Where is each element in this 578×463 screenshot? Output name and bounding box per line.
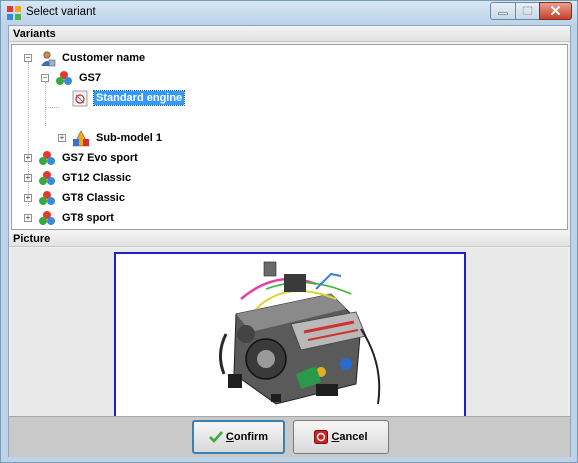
expand-toggle-gs7[interactable]: −: [41, 74, 49, 82]
tree-item-sub-model-1[interactable]: Sub-model 1: [72, 129, 164, 147]
sub-model-icon: [72, 129, 90, 146]
tree-line: [28, 62, 29, 206]
dialog-client-area: Variants − Customer name − GS7 Standard …: [8, 25, 571, 457]
close-icon: [550, 5, 561, 16]
cancel-label: Cancel: [331, 431, 368, 443]
tree-item-customer-name[interactable]: Customer name: [38, 49, 147, 67]
expand-toggle-gs7-evo[interactable]: +: [24, 154, 32, 162]
picture-section-header: Picture: [9, 231, 570, 247]
confirm-label: Confirm: [225, 431, 269, 443]
cancel-button[interactable]: Cancel: [293, 420, 389, 454]
variant-cubes-icon: [39, 190, 55, 205]
tree-item-standard-engine[interactable]: Standard engine: [72, 89, 186, 107]
expand-toggle-gt12[interactable]: +: [24, 174, 32, 182]
checkmark-icon: [208, 431, 223, 443]
tree-label: GS7 Evo sport: [62, 152, 138, 164]
customer-icon: [41, 50, 56, 66]
tree-label: GT8 sport: [62, 212, 114, 224]
maximize-button[interactable]: [515, 2, 540, 20]
minimize-icon: [498, 12, 508, 15]
engine-document-icon: [72, 90, 88, 106]
expand-toggle-gt8-classic[interactable]: +: [24, 194, 32, 202]
cancel-icon: [314, 430, 329, 444]
tree-label: Sub-model 1: [96, 132, 163, 144]
variant-cubes-icon: [39, 210, 55, 225]
app-icon: [7, 6, 21, 20]
engine-model-image: [119, 261, 381, 432]
tree-item-gs7-evo-sport[interactable]: GS7 Evo sport: [38, 149, 140, 167]
select-variant-window: Select variant Variants − Customer name …: [0, 0, 578, 463]
title-bar[interactable]: Select variant: [1, 1, 577, 25]
tree-label: GS7: [79, 72, 102, 84]
tree-item-gs7[interactable]: GS7: [55, 69, 103, 87]
button-bar: Confirm Cancel: [9, 416, 570, 457]
tree-item-gt12-classic[interactable]: GT12 Classic: [38, 169, 133, 187]
close-button[interactable]: [539, 2, 572, 20]
engine-preview-viewport[interactable]: [114, 252, 466, 437]
picture-panel: [11, 248, 568, 437]
expand-toggle-root[interactable]: −: [24, 54, 32, 62]
tree-line: [45, 82, 46, 126]
maximize-icon: [522, 6, 533, 15]
variant-tree[interactable]: − Customer name − GS7 Standard engine + …: [11, 44, 568, 230]
variants-section-header: Variants: [9, 26, 570, 42]
tree-label: Customer name: [62, 52, 146, 64]
tree-label: Standard engine: [92, 90, 186, 106]
tree-item-gt8-sport[interactable]: GT8 sport: [38, 209, 116, 227]
expand-toggle-gt8-sport[interactable]: +: [24, 214, 32, 222]
variant-cubes-icon: [56, 70, 72, 85]
window-title: Select variant: [26, 6, 96, 18]
confirm-button[interactable]: Confirm: [192, 420, 285, 454]
expand-toggle-sub-model[interactable]: +: [58, 134, 66, 142]
minimize-button[interactable]: [490, 2, 516, 20]
variant-cubes-icon: [39, 170, 55, 185]
variant-cubes-icon: [39, 150, 55, 165]
tree-line: [45, 107, 59, 108]
tree-label: GT8 Classic: [62, 192, 125, 204]
tree-item-gt8-classic[interactable]: GT8 Classic: [38, 189, 127, 207]
tree-label: GT12 Classic: [62, 172, 132, 184]
